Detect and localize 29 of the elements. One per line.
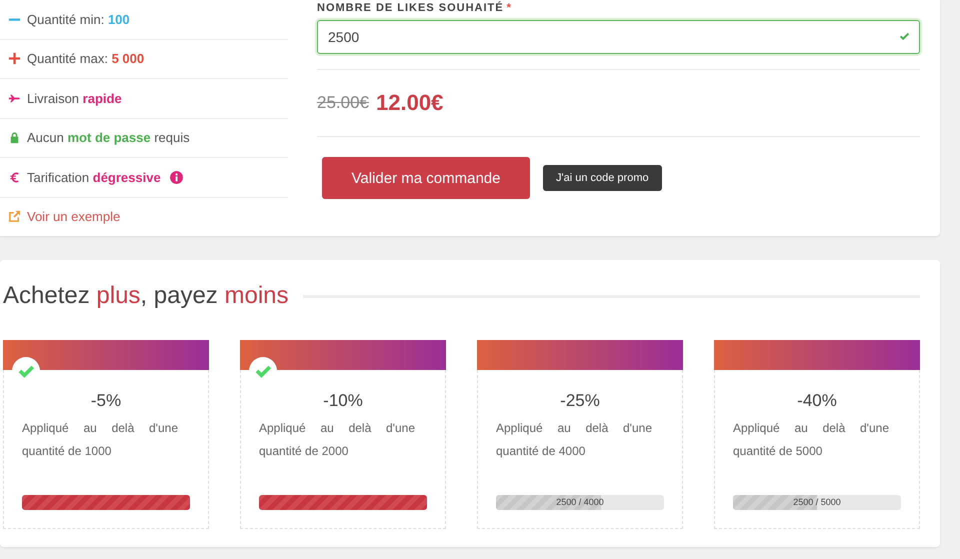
feature-text: Aucun mot de passe requis [27,130,190,146]
section-title: Achetez plus, payez moins [3,282,289,310]
submit-order-button[interactable]: Valider ma commande [322,157,530,199]
feature-text: Quantité min: 100 [27,12,130,27]
field-label: NOMBRE DE LIKES SOUHAITÉ * [317,2,513,14]
price: 12.00€ [376,90,444,116]
plus-icon [8,52,21,66]
external-link-icon [8,210,21,224]
example-link[interactable]: Voir un exemple [27,209,120,224]
discount-description: Appliqué au delà d'une quantité de 5000 [732,420,890,460]
discount-description: Appliqué au delà d'une quantité de 4000 [495,420,653,460]
discount-value: -25% [559,391,601,411]
discount-description: Appliqué au delà d'une quantité de 1000 [21,420,179,460]
old-price: 25.00€ [317,93,369,113]
likes-input[interactable]: 2500 [317,20,920,54]
euro-icon [8,170,21,184]
discount-value: -5% [90,391,122,411]
check-icon [899,31,910,42]
discount-description: Appliqué au delà d'une quantité de 2000 [258,420,416,460]
promo-code-button[interactable]: J'ai un code promo [543,165,662,191]
progress-text: 2500 / 4000 [555,496,605,509]
feature-text: Livraison rapide [27,90,122,106]
feature-text: Quantité max: 5 000 [27,51,144,66]
feature-text: Tarification dégressive [27,170,161,185]
progress-text: 2500 / 5000 [792,496,842,509]
discount-value: -10% [322,391,364,411]
lock-icon [8,131,21,144]
discount-value: -40% [796,391,838,411]
info-icon[interactable] [170,170,183,184]
